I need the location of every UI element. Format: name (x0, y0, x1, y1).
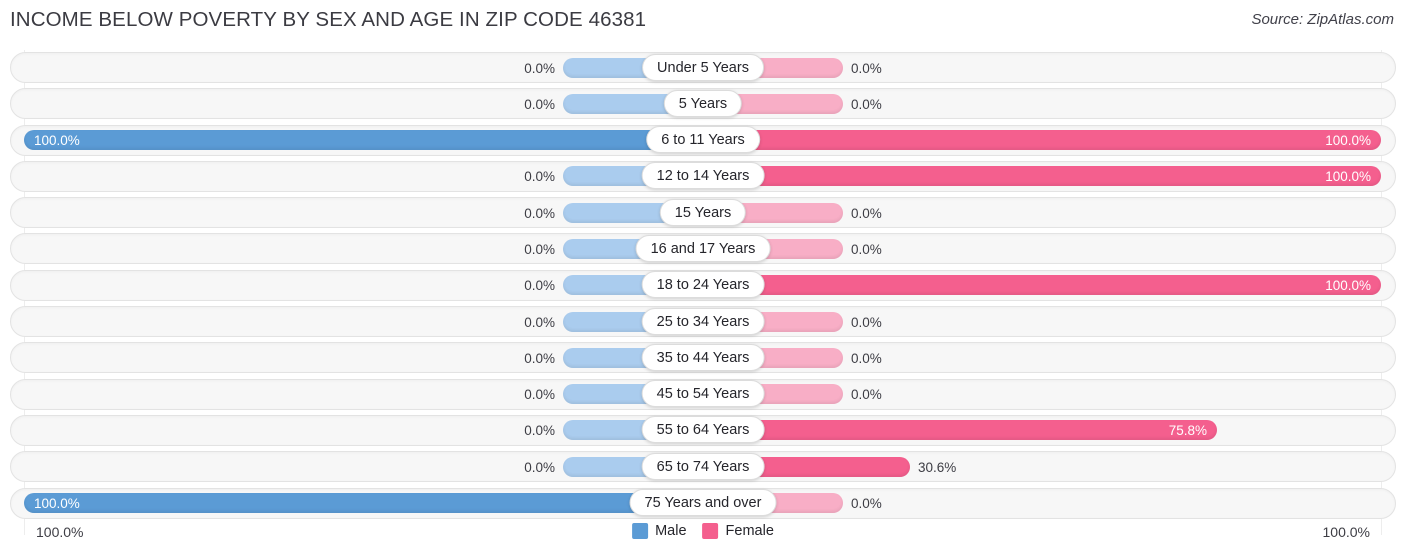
bar-row: 0.0% 75.8% 55 to 64 Years (0, 413, 1406, 449)
bar-row: 0.0% 0.0% 5 Years (0, 86, 1406, 122)
legend-item[interactable]: Male (632, 523, 687, 539)
row-category-label: 35 to 44 Years (641, 343, 765, 371)
legend-label: Female (725, 523, 774, 539)
row-category-label: 55 to 64 Years (641, 416, 765, 444)
bar-row: 0.0% 0.0% 25 to 34 Years (0, 304, 1406, 340)
chart-legend: Male Female (632, 523, 774, 539)
legend-swatch-icon (632, 523, 649, 539)
page-title: INCOME BELOW POVERTY BY SEX AND AGE IN Z… (10, 8, 647, 31)
row-category-label: 18 to 24 Years (641, 271, 765, 299)
bar-female-value: 0.0% (851, 96, 882, 112)
bar-female-value: 0.0% (851, 205, 882, 221)
bar-female-value: 0.0% (851, 314, 882, 330)
axis-max-left: 100.0% (36, 524, 84, 540)
bar-row: 0.0% 0.0% 15 Years (0, 195, 1406, 231)
bar-male-value: 100.0% (34, 133, 80, 149)
bar-male-value: 0.0% (524, 169, 555, 185)
row-content: 0.0% 0.0% 25 to 34 Years (0, 304, 1406, 340)
bar-female-value: 0.0% (851, 60, 882, 76)
bar-female-value: 0.0% (851, 496, 882, 512)
bar-row: 100.0% 100.0% 6 to 11 Years (0, 123, 1406, 159)
row-content: 100.0% 0.0% 75 Years and over (0, 486, 1406, 522)
bar-male-value: 0.0% (524, 60, 555, 76)
bar-row: 0.0% 100.0% 18 to 24 Years (0, 268, 1406, 304)
bar-female-value: 0.0% (851, 350, 882, 366)
bar-female (703, 130, 1381, 151)
bar-male (24, 493, 703, 514)
bar-row: 0.0% 30.6% 65 to 74 Years (0, 449, 1406, 485)
bar-female (703, 275, 1381, 296)
legend-label: Male (655, 523, 687, 539)
row-content: 0.0% 0.0% Under 5 Years (0, 50, 1406, 86)
bar-male (24, 130, 703, 151)
row-category-label: 65 to 74 Years (641, 452, 765, 480)
row-category-label: 25 to 34 Years (641, 307, 765, 335)
bar-male-value: 0.0% (524, 96, 555, 112)
bar-row: 100.0% 0.0% 75 Years and over (0, 486, 1406, 522)
row-content: 0.0% 0.0% 5 Years (0, 86, 1406, 122)
row-category-label: 15 Years (659, 198, 747, 226)
bar-male-value: 0.0% (524, 459, 555, 475)
bar-male-value: 0.0% (524, 241, 555, 257)
bar-male-value: 0.0% (524, 423, 555, 439)
bar-male-value: 0.0% (524, 314, 555, 330)
bar-female-value: 100.0% (1325, 133, 1371, 149)
row-content: 100.0% 100.0% 6 to 11 Years (0, 123, 1406, 159)
bar-female-value: 30.6% (918, 459, 957, 475)
bar-female-value: 75.8% (1168, 423, 1207, 439)
chart-page: INCOME BELOW POVERTY BY SEX AND AGE IN Z… (0, 0, 1406, 558)
bar-male-value: 0.0% (524, 278, 555, 294)
axis-max-right: 100.0% (1322, 524, 1370, 540)
row-content: 0.0% 30.6% 65 to 74 Years (0, 449, 1406, 485)
bar-female-value: 100.0% (1325, 278, 1371, 294)
bar-male-value: 0.0% (524, 387, 555, 403)
row-category-label: 45 to 54 Years (641, 380, 765, 408)
row-category-label: 12 to 14 Years (641, 162, 765, 190)
bar-row: 0.0% 100.0% 12 to 14 Years (0, 159, 1406, 195)
bar-male-value: 100.0% (34, 496, 80, 512)
row-content: 0.0% 0.0% 45 to 54 Years (0, 377, 1406, 413)
bar-female (703, 420, 1217, 441)
bar-row: 0.0% 0.0% 35 to 44 Years (0, 340, 1406, 376)
row-category-label: Under 5 Years (642, 53, 764, 81)
row-content: 0.0% 0.0% 16 and 17 Years (0, 231, 1406, 267)
row-content: 0.0% 75.8% 55 to 64 Years (0, 413, 1406, 449)
bar-male-value: 0.0% (524, 350, 555, 366)
row-content: 0.0% 0.0% 35 to 44 Years (0, 340, 1406, 376)
row-category-label: 16 and 17 Years (635, 234, 771, 262)
row-category-label: 6 to 11 Years (646, 126, 760, 154)
bar-female-value: 100.0% (1325, 169, 1371, 185)
bar-female-value: 0.0% (851, 387, 882, 403)
bar-female-value: 0.0% (851, 241, 882, 257)
bar-row: 0.0% 0.0% Under 5 Years (0, 50, 1406, 86)
bar-male-value: 0.0% (524, 205, 555, 221)
row-category-label: 75 Years and over (629, 489, 777, 517)
legend-item[interactable]: Female (702, 523, 774, 539)
chart-footer: 100.0% Male Female 100.0% (0, 521, 1406, 558)
row-content: 0.0% 0.0% 15 Years (0, 195, 1406, 231)
bar-row: 0.0% 0.0% 16 and 17 Years (0, 231, 1406, 267)
bar-female (703, 166, 1381, 187)
chart-header: INCOME BELOW POVERTY BY SEX AND AGE IN Z… (0, 0, 1406, 42)
row-category-label: 5 Years (663, 89, 743, 117)
bar-row: 0.0% 0.0% 45 to 54 Years (0, 377, 1406, 413)
source-attribution: Source: ZipAtlas.com (1251, 11, 1394, 28)
row-content: 0.0% 100.0% 12 to 14 Years (0, 159, 1406, 195)
row-content: 0.0% 100.0% 18 to 24 Years (0, 268, 1406, 304)
legend-swatch-icon (702, 523, 719, 539)
bar-rows: 0.0% 0.0% Under 5 Years 0.0% 0.0% 5 Years 100.… (0, 50, 1406, 522)
